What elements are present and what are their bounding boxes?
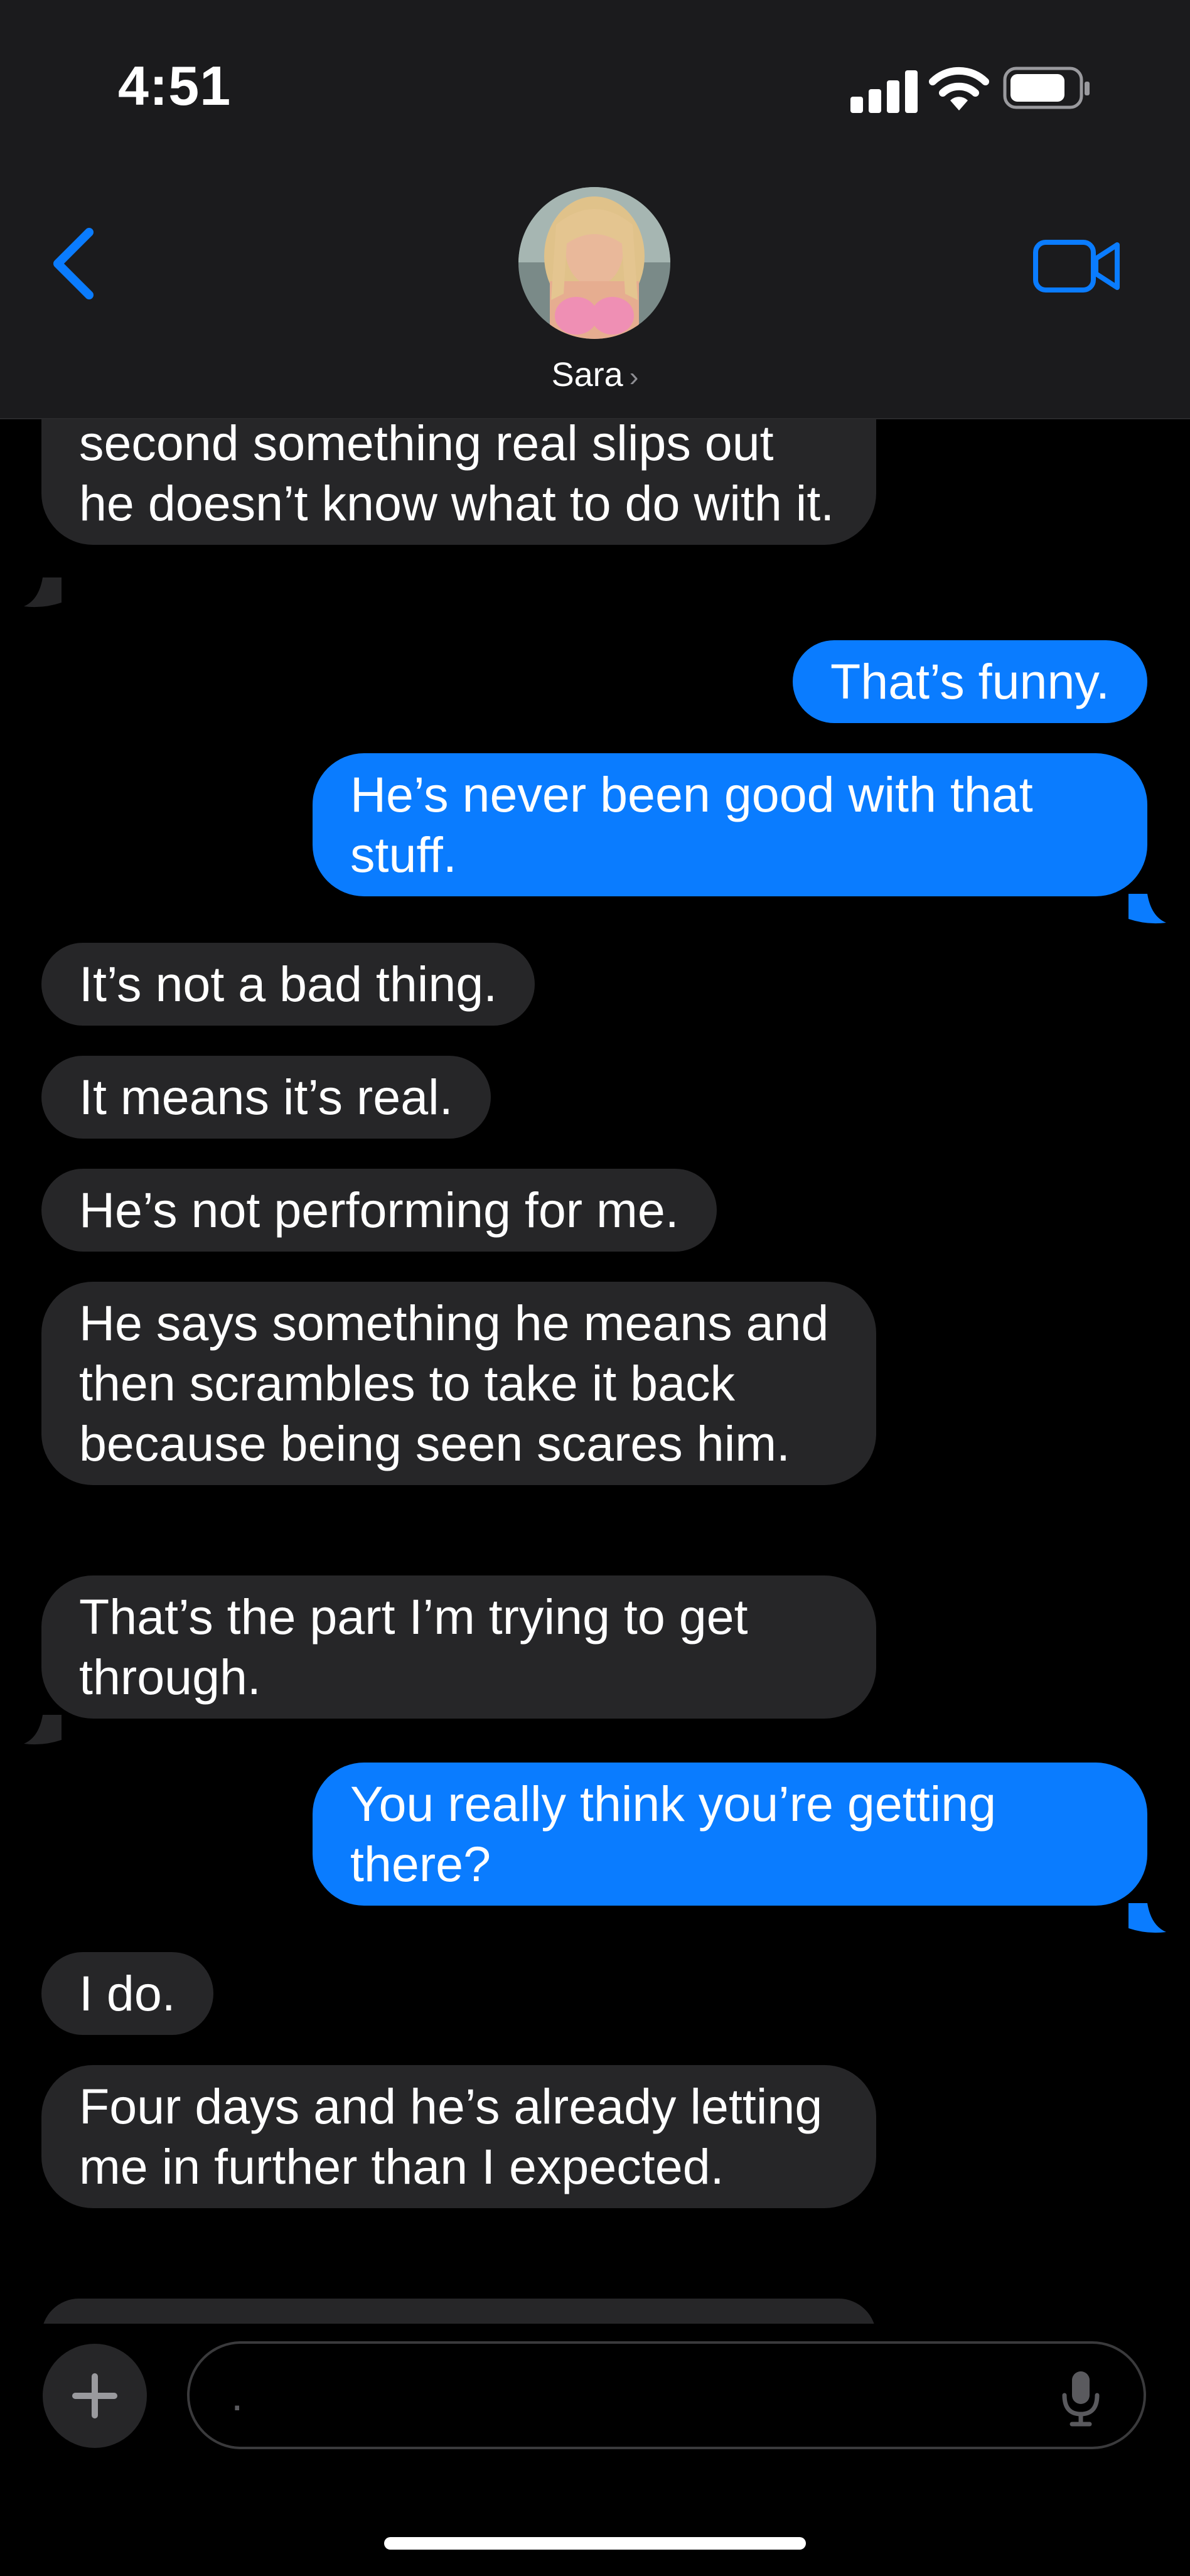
message-incoming[interactable]: It means it’s real. bbox=[41, 1056, 491, 1139]
wifi-icon bbox=[929, 67, 989, 110]
message-incoming[interactable]: second something real slips out he doesn… bbox=[41, 418, 876, 545]
message-text: second something real slips out he doesn… bbox=[79, 418, 835, 531]
message-incoming[interactable]: Four days and he’s already letting me in… bbox=[41, 2065, 876, 2208]
plus-icon bbox=[72, 2373, 117, 2418]
message-text: It means it’s real. bbox=[79, 1069, 453, 1125]
message-incoming[interactable]: I do. bbox=[41, 1952, 213, 2035]
message-text: You really think you’re getting there? bbox=[350, 1776, 997, 1892]
outgoing-tail bbox=[1128, 894, 1166, 924]
incoming-tail bbox=[24, 1715, 62, 1745]
microphone-icon[interactable] bbox=[1061, 2369, 1101, 2427]
message-text: Four days and he’s already letting me in… bbox=[79, 2078, 823, 2194]
contact-name[interactable]: Sara › bbox=[0, 355, 1190, 394]
signal-icon bbox=[850, 70, 918, 113]
message-text: I do. bbox=[79, 1965, 176, 2021]
battery-icon bbox=[1003, 67, 1090, 109]
message-outgoing[interactable]: You really think you’re getting there? bbox=[313, 1763, 1147, 1906]
message-incoming[interactable]: It’s not a bad thing. bbox=[41, 943, 535, 1026]
message-text: It’s not a bad thing. bbox=[79, 956, 498, 1012]
message-incoming-partial[interactable] bbox=[41, 2299, 876, 2324]
chevron-right-icon: › bbox=[629, 362, 639, 392]
message-input[interactable]: . bbox=[187, 2341, 1146, 2449]
message-incoming[interactable]: He says something he means and then scra… bbox=[41, 1282, 876, 1485]
message-outgoing[interactable]: That’s funny. bbox=[793, 640, 1147, 723]
video-call-icon[interactable] bbox=[1033, 236, 1121, 296]
home-indicator[interactable] bbox=[384, 2537, 806, 2550]
message-text: He’s never been good with that stuff. bbox=[350, 766, 1033, 883]
message-text: He says something he means and then scra… bbox=[79, 1295, 829, 1471]
message-text: That’s the part I’m trying to get throug… bbox=[79, 1589, 748, 1705]
message-incoming[interactable]: He’s not performing for me. bbox=[41, 1169, 717, 1252]
contact-avatar[interactable] bbox=[518, 187, 670, 339]
status-time: 4:51 bbox=[118, 55, 232, 117]
contact-name-label: Sara bbox=[551, 356, 623, 394]
incoming-tail bbox=[24, 577, 62, 608]
message-text: He’s not performing for me. bbox=[79, 1182, 679, 1238]
conversation-header: 4:51 Sara › bbox=[0, 0, 1190, 419]
back-chevron-icon[interactable] bbox=[44, 226, 107, 301]
message-incoming[interactable]: That’s the part I’m trying to get throug… bbox=[41, 1575, 876, 1719]
message-outgoing[interactable]: He’s never been good with that stuff. bbox=[313, 753, 1147, 896]
add-attachment-button[interactable] bbox=[43, 2344, 147, 2448]
message-input-value: . bbox=[231, 2371, 244, 2420]
outgoing-tail bbox=[1128, 1903, 1166, 1933]
message-text: That’s funny. bbox=[830, 653, 1110, 709]
message-thread[interactable]: second something real slips out he doesn… bbox=[0, 418, 1190, 2324]
